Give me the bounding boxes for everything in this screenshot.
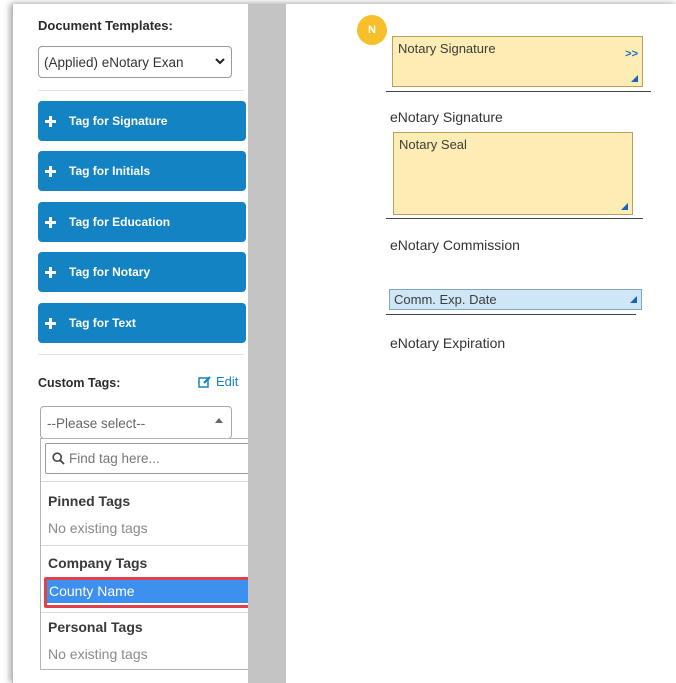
document-templates-label: Document Templates:: [38, 18, 173, 33]
signature-line: [386, 218, 643, 219]
plus-icon: [45, 165, 56, 177]
plus-icon: [45, 266, 56, 278]
tag-sidebar: Document Templates: (Applied) eNotary Ex…: [32, 4, 298, 683]
divider: [38, 90, 244, 91]
edit-custom-tags-link[interactable]: Edit: [198, 374, 238, 389]
tag-for-initials-button[interactable]: Tag for Initials: [38, 151, 246, 191]
custom-tags-select[interactable]: --Please select--: [40, 406, 232, 439]
resize-handle-icon[interactable]: [631, 75, 638, 82]
tag-button-label: Tag for Education: [69, 215, 171, 229]
tag-button-label: Tag for Initials: [69, 164, 151, 178]
resize-handle-icon[interactable]: [621, 203, 628, 210]
personal-tags-group-title: Personal Tags: [48, 619, 143, 635]
window-left-edge: [12, 4, 32, 683]
company-tags-group-title: Company Tags: [48, 555, 148, 571]
search-icon: [52, 452, 65, 465]
pinned-tags-empty: No existing tags: [48, 520, 148, 536]
tag-for-education-button[interactable]: Tag for Education: [38, 202, 246, 242]
panel-gutter: [248, 4, 286, 683]
edit-label: Edit: [216, 374, 239, 389]
notary-badge: N: [357, 15, 387, 45]
signature-line: [386, 91, 651, 92]
custom-tags-label: Custom Tags:: [38, 376, 121, 390]
signature-caption: eNotary Signature: [390, 109, 503, 125]
signature-line: [386, 314, 636, 315]
commission-caption: eNotary Commission: [390, 237, 520, 253]
tag-button-label: Tag for Notary: [69, 265, 151, 279]
resize-handle-icon[interactable]: [630, 296, 637, 303]
custom-select-placeholder: --Please select--: [47, 416, 146, 431]
notary-seal-field[interactable]: Notary Seal: [393, 132, 633, 215]
tag-for-text-button[interactable]: Tag for Text: [38, 303, 246, 343]
document-template-select[interactable]: (Applied) eNotary Exan: [38, 46, 232, 78]
personal-tags-empty: No existing tags: [48, 646, 148, 662]
find-tag-placeholder: Find tag here...: [69, 451, 160, 466]
notary-signature-field[interactable]: Notary Signature >>: [392, 36, 643, 87]
tag-button-label: Tag for Text: [69, 316, 136, 330]
field-label: Notary Seal: [399, 137, 467, 152]
divider: [38, 354, 244, 355]
plus-icon: [45, 115, 56, 127]
field-label: Comm. Exp. Date: [394, 292, 497, 307]
tag-for-notary-button[interactable]: Tag for Notary: [38, 252, 246, 292]
tag-button-label: Tag for Signature: [69, 114, 168, 128]
tag-for-signature-button[interactable]: Tag for Signature: [38, 101, 246, 141]
plus-icon: [45, 317, 56, 329]
document-canvas: N Notary Signature >> eNotary Signature …: [286, 4, 676, 683]
plus-icon: [45, 216, 56, 228]
field-label: Notary Signature: [398, 41, 496, 56]
chevron-down-icon: [215, 58, 225, 65]
edit-icon: [198, 375, 211, 388]
template-select-value: (Applied) eNotary Exan: [44, 55, 184, 70]
expiration-caption: eNotary Expiration: [390, 335, 506, 351]
expand-arrows-icon[interactable]: >>: [625, 48, 638, 60]
comm-exp-date-field[interactable]: Comm. Exp. Date: [389, 289, 642, 310]
caret-up-icon: [215, 418, 223, 423]
pinned-tags-group-title: Pinned Tags: [48, 493, 131, 509]
